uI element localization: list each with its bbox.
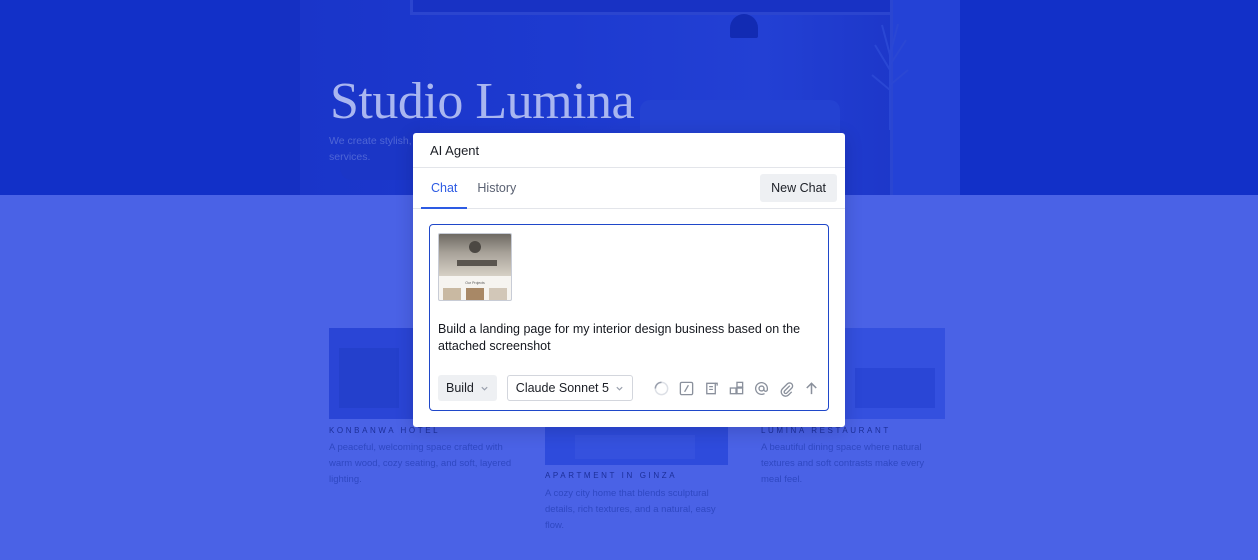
hero-title: Studio Lumina (330, 73, 635, 130)
thumbnail-card (466, 288, 484, 300)
mode-select-value: Build (446, 381, 474, 395)
thumbnail-label: Our Projects (465, 281, 485, 285)
ai-agent-dialog: AI Agent Chat History New Chat Our Proje… (413, 133, 845, 427)
dialog-header: AI Agent (413, 133, 845, 168)
tab-history[interactable]: History (467, 168, 526, 208)
model-select[interactable]: Claude Sonnet 5 (506, 375, 633, 401)
loading-spinner-icon (652, 379, 670, 397)
project-description: A beautiful dining space where natural t… (761, 442, 925, 485)
project-description: A peaceful, welcoming space crafted with… (329, 442, 512, 485)
tab-chat[interactable]: Chat (421, 168, 468, 209)
project-description: A cozy city home that blends sculptural … (545, 488, 716, 531)
chevron-down-icon (616, 386, 623, 391)
mode-select[interactable]: Build (438, 375, 497, 401)
slash-command-icon[interactable] (677, 379, 695, 397)
chevron-down-icon (481, 386, 488, 391)
project-name: KONBANWA HOTEL (329, 426, 441, 435)
composer-toolbar: Build Claude Sonnet 5 (438, 375, 820, 401)
send-arrow-icon[interactable] (802, 379, 820, 397)
plant-icon (871, 23, 909, 130)
thumbnail-decor (457, 260, 497, 266)
hero-picture-frame (410, 0, 900, 15)
thumbnail-card (443, 288, 461, 300)
tab-bar: Chat History New Chat (413, 168, 845, 209)
lamp-shape (730, 14, 758, 38)
model-select-value: Claude Sonnet 5 (515, 381, 609, 395)
project-image-ginza (545, 427, 728, 465)
thumbnail-card (489, 288, 507, 300)
notes-icon[interactable] (702, 379, 720, 397)
thumbnail-decor (469, 241, 481, 253)
dialog-title: AI Agent (430, 142, 480, 158)
project-name: LUMINA RESTAURANT (761, 426, 891, 435)
components-icon[interactable] (727, 379, 745, 397)
composer-actions (652, 379, 820, 397)
paperclip-icon[interactable] (777, 379, 795, 397)
project-name: APARTMENT IN GINZA (545, 471, 678, 480)
mention-icon[interactable] (752, 379, 770, 397)
prompt-text[interactable]: Build a landing page for my interior des… (438, 321, 822, 355)
attachment-thumbnail[interactable]: Our Projects (438, 233, 512, 301)
new-chat-button[interactable]: New Chat (760, 174, 837, 202)
chat-composer[interactable]: Our Projects Build a landing page for my… (429, 224, 829, 411)
project-image-lumina-restaurant (845, 328, 945, 419)
